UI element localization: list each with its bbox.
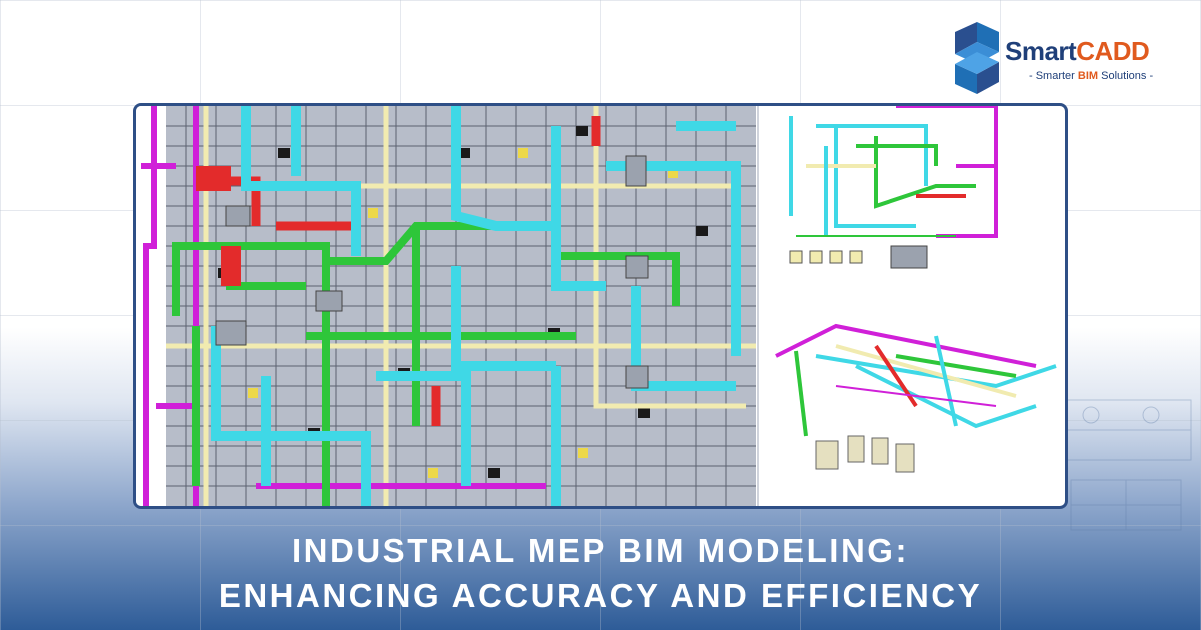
brand-name: SmartCADD xyxy=(1005,36,1150,66)
mep-bim-model-image xyxy=(136,106,1057,506)
headline-line-1: INDUSTRIAL MEP BIM MODELING: xyxy=(292,532,909,569)
mep-illustration-frame xyxy=(133,103,1068,509)
brand-tagline: - Smarter BIM Solutions - xyxy=(1029,70,1154,82)
smartcadd-logo-icon xyxy=(955,22,999,94)
headline-line-2: ENHANCING ACCURACY AND EFFICIENCY xyxy=(218,577,983,614)
smartcadd-logo[interactable]: SmartCADD - Smarter BIM Solutions - xyxy=(955,20,1165,100)
